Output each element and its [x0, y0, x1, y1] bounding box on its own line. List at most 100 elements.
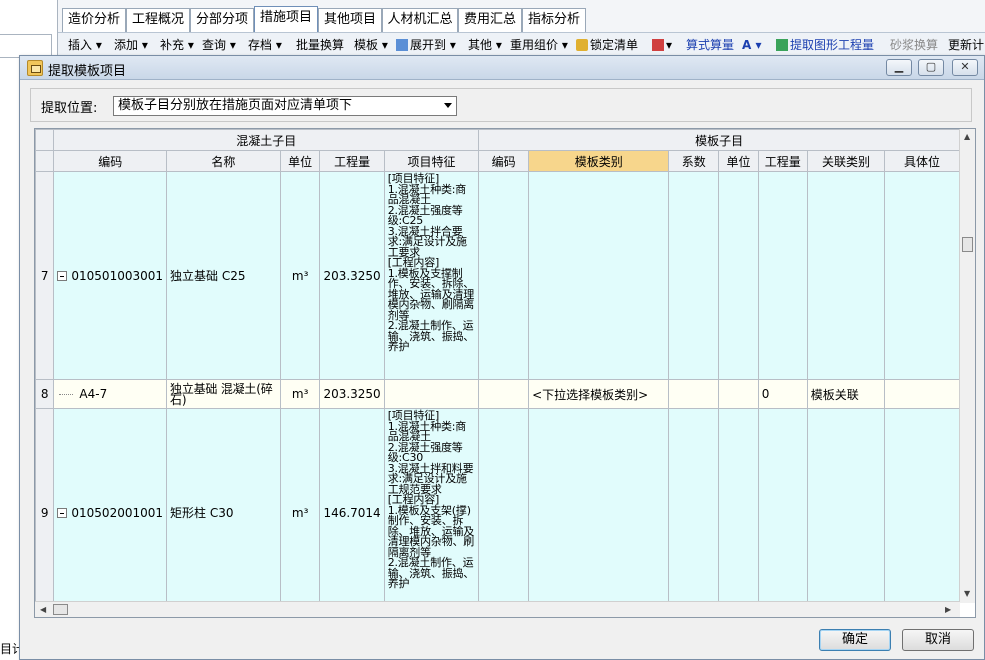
row-feature-text: [项目特征] 1.混凝土种类:商品混凝土 2.混凝土强度等级:C30 3.混凝土…	[387, 409, 475, 590]
extract-position-select[interactable]: 模板子目分别放在措施页面对应清单项下	[113, 96, 457, 116]
ok-button[interactable]: 确定	[819, 629, 891, 651]
toolbar-formula[interactable]: 算式算量	[686, 36, 734, 54]
toolbar-supplement[interactable]: 补充 ▾	[160, 36, 194, 54]
toolbar-extract-graphic[interactable]: 提取图形工程量	[776, 36, 874, 54]
row-feature[interactable]: [项目特征] 1.混凝土种类:商品混凝土 2.混凝土强度等级:C25 3.混凝土…	[383, 171, 480, 380]
row-relation-type[interactable]	[806, 171, 886, 380]
col-position[interactable]: 具体位	[884, 150, 960, 172]
scroll-right-icon[interactable]: ▶	[945, 605, 951, 614]
row-position[interactable]	[884, 379, 960, 409]
toolbar-expand-to[interactable]: 展开到 ▾	[396, 36, 456, 54]
tab-index-analysis[interactable]: 指标分析	[522, 8, 586, 32]
col-name[interactable]: 名称	[166, 150, 281, 172]
horizontal-scrollbar[interactable]: ◀ ▶	[35, 601, 960, 617]
row-template-code[interactable]	[478, 408, 530, 603]
close-icon[interactable]: ✕	[952, 59, 978, 76]
toolbar-reuse[interactable]: 重用组价 ▾	[510, 36, 568, 54]
vertical-scrollbar[interactable]: ▲ ▼	[959, 129, 975, 603]
toolbar-fill-color[interactable]: ▾	[652, 36, 672, 54]
toolbar-save[interactable]: 存档 ▾	[248, 36, 282, 54]
col-unit[interactable]: 单位	[279, 150, 321, 172]
row-name[interactable]: 矩形柱 C30	[166, 408, 281, 603]
row-template-unit[interactable]	[718, 171, 759, 380]
collapse-icon[interactable]	[57, 270, 68, 281]
row-template-unit[interactable]	[718, 408, 759, 603]
row-qty[interactable]: 203.3250	[319, 171, 385, 380]
col-feature[interactable]: 项目特征	[383, 150, 480, 172]
col-template-type[interactable]: 模板类别	[528, 150, 670, 172]
row-template-code[interactable]	[478, 171, 530, 380]
toolbar-lock[interactable]: 锁定清单	[576, 36, 638, 54]
row-template-coef[interactable]	[668, 171, 720, 380]
scroll-down-icon[interactable]: ▼	[964, 589, 970, 598]
row-relation-type[interactable]	[806, 408, 886, 603]
row-template-type-select[interactable]: <下拉选择模板类别>	[528, 379, 670, 409]
row-feature[interactable]	[383, 379, 480, 409]
row-template-code[interactable]	[478, 379, 530, 409]
row-qty[interactable]: 146.7014	[319, 408, 385, 603]
minimize-icon[interactable]: ▁	[886, 59, 912, 76]
col-qty[interactable]: 工程量	[319, 150, 385, 172]
group-header-row: 混凝土子目 模板子目	[35, 129, 960, 151]
dialog-titlebar[interactable]: 提取模板项目 ▁ ▢ ✕	[20, 56, 984, 80]
toolbar-mortar-convert[interactable]: 砂浆换算	[890, 36, 938, 54]
row-position[interactable]	[884, 171, 960, 380]
col-template-code[interactable]: 编码	[478, 150, 530, 172]
table-row[interactable]: 8 A4-7 独立基础 混凝土(碎石) m³ 203.3250 <下拉选择模板类…	[35, 379, 960, 409]
toolbar-add[interactable]: 添加 ▾	[114, 36, 148, 54]
tab-labor-material-summary[interactable]: 人材机汇总	[382, 8, 458, 32]
tab-fee-summary[interactable]: 费用汇总	[458, 8, 522, 32]
scroll-left-icon[interactable]: ◀	[40, 605, 46, 614]
row-relation-type[interactable]: 模板关联	[806, 379, 886, 409]
col-template-unit[interactable]: 单位	[718, 150, 759, 172]
row-code-cell[interactable]: 010501003001	[53, 171, 168, 380]
scroll-up-icon[interactable]: ▲	[964, 132, 970, 141]
row-template-qty[interactable]	[757, 408, 808, 603]
row-template-coef[interactable]	[668, 379, 720, 409]
graphic-icon	[776, 39, 788, 51]
row-code-cell[interactable]: 010502001001	[53, 408, 168, 603]
toolbar-font-color[interactable]: A ▾	[742, 36, 762, 54]
row-feature[interactable]: [项目特征] 1.混凝土种类:商品混凝土 2.混凝土强度等级:C30 3.混凝土…	[383, 408, 480, 603]
row-unit[interactable]: m³	[279, 171, 321, 380]
expand-icon	[396, 39, 408, 51]
row-template-qty[interactable]	[757, 171, 808, 380]
toolbar-other[interactable]: 其他 ▾	[468, 36, 502, 54]
tab-other-items[interactable]: 其他项目	[318, 8, 382, 32]
tab-sub-items[interactable]: 分部分项	[190, 8, 254, 32]
row-unit[interactable]: m³	[279, 408, 321, 603]
toolbar-batch-convert[interactable]: 批量换算	[296, 36, 344, 54]
collapse-icon[interactable]	[57, 507, 68, 518]
row-name[interactable]: 独立基础 混凝土(碎石)	[166, 379, 281, 409]
table-row[interactable]: 7 010501003001 独立基础 C25 m³ 203.3250 [项目特…	[35, 171, 960, 380]
tab-project-overview[interactable]: 工程概况	[126, 8, 190, 32]
row-qty[interactable]: 203.3250	[319, 379, 385, 409]
toolbar-query[interactable]: 查询 ▾	[202, 36, 236, 54]
col-relation-type[interactable]: 关联类别	[806, 150, 886, 172]
row-code-cell[interactable]: A4-7	[53, 379, 168, 409]
row-position[interactable]	[884, 408, 960, 603]
toolbar-insert[interactable]: 插入 ▾	[68, 36, 102, 54]
row-template-type[interactable]	[528, 171, 670, 380]
col-code[interactable]: 编码	[53, 150, 168, 172]
column-header-row: 编码 名称 单位 工程量 项目特征 编码 模板类别 系数 单位 工程量 关联类别…	[35, 150, 960, 172]
row-template-unit[interactable]	[718, 379, 759, 409]
toolbar-update[interactable]: 更新计	[948, 36, 984, 54]
row-unit[interactable]: m³	[279, 379, 321, 409]
row-template-qty[interactable]: 0	[757, 379, 808, 409]
toolbar-template[interactable]: 模板 ▾	[354, 36, 388, 54]
maximize-icon[interactable]: ▢	[918, 59, 944, 76]
row-template-type[interactable]	[528, 408, 670, 603]
tab-measures[interactable]: 措施项目	[254, 6, 318, 33]
row-template-coef[interactable]	[668, 408, 720, 603]
col-template-coef[interactable]: 系数	[668, 150, 720, 172]
row-name[interactable]: 独立基础 C25	[166, 171, 281, 380]
toolbar-lock-label: 锁定清单	[590, 38, 639, 52]
tab-cost-analysis[interactable]: 造价分析	[62, 8, 126, 32]
table-row[interactable]: 9 010502001001 矩形柱 C30 m³ 146.7014 [项目特征…	[35, 408, 960, 603]
vertical-scroll-thumb[interactable]	[962, 237, 973, 252]
col-template-qty[interactable]: 工程量	[757, 150, 808, 172]
template-grid: 混凝土子目 模板子目 编码 名称 单位 工程量 项目特征 编码 模板类别 系数 …	[34, 128, 976, 618]
cancel-button[interactable]: 取消	[902, 629, 974, 651]
horizontal-scroll-thumb[interactable]	[53, 604, 68, 615]
